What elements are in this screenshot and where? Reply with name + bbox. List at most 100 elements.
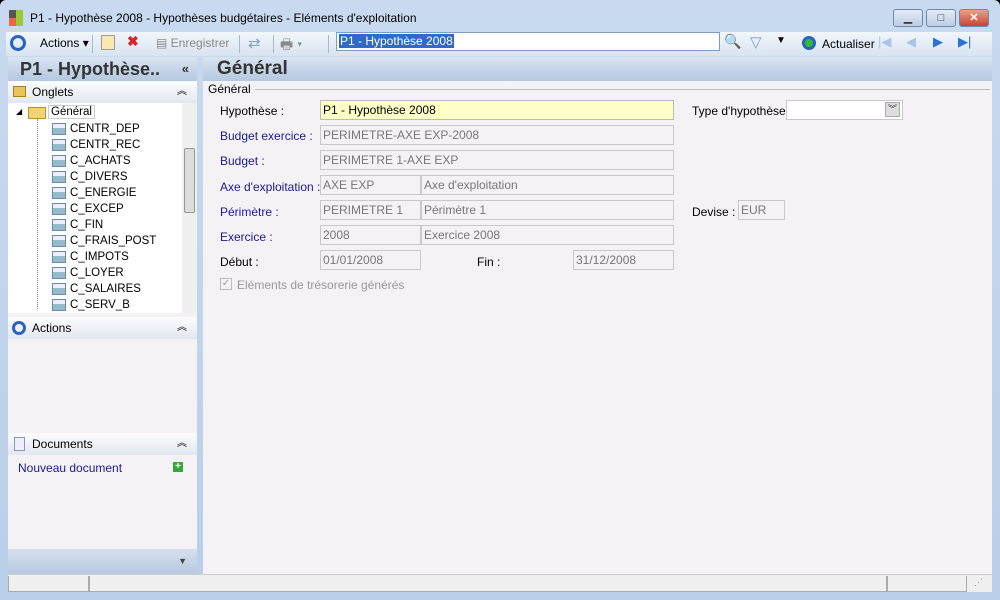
main-panel: Général Hypothèse : P1 - Hypothèse 2008 … [203,81,992,574]
hypothese-label: Hypothèse : [220,104,285,118]
next-record-icon[interactable]: ▶ [933,34,943,50]
documents-section: Documents ︽ Nouveau document + [8,433,197,475]
treso-checkbox[interactable]: ✓ [220,278,232,290]
budget-exercice-field: PERIMETRE-AXE EXP-2008 [320,125,674,145]
filter-icon[interactable]: ▽ [750,33,762,51]
budget-label[interactable]: Budget : [220,154,265,168]
table-icon [52,171,66,183]
debut-label: Début : [220,255,259,269]
scroll-thumb[interactable] [184,148,195,213]
print-icon[interactable]: 🖶 ▾ [280,34,302,58]
separator [239,35,240,53]
tree-item[interactable]: C_DIVERS [52,169,128,185]
left-header: P1 - Hypothèse.. « [8,57,197,81]
collapse-panel-button[interactable]: « [182,57,189,81]
debut-field: 01/01/2008 [320,250,421,270]
expand-icon[interactable]: ◢ [16,107,22,116]
search-input[interactable]: P1 - Hypothèse 2008 [336,32,720,51]
perimetre-label[interactable]: Périmètre : [220,205,279,219]
tree-item[interactable]: CENTR_DEP [52,121,140,137]
tree-item-label: C_FRAIS_POST [70,235,157,247]
documents-section-header[interactable]: Documents ︽ [8,433,197,455]
table-icon [52,251,66,263]
delete-icon[interactable]: ✖ [127,33,139,50]
tree-item-label: C_LOYER [70,267,124,279]
tree-item-general[interactable]: Général [48,105,95,119]
refresh-icon[interactable] [802,36,816,50]
tree-item-label: C_EXCEP [70,203,124,215]
tree-item[interactable]: CENTR_REC [52,137,141,153]
axe-label[interactable]: Axe d'exploitation : [220,180,320,194]
search-icon[interactable]: 🔍 [724,33,741,50]
status-cell [887,576,967,592]
tree-item[interactable]: C_SERV_B [52,297,130,313]
status-cell [8,576,89,592]
devise-field: EUR [738,200,785,220]
page-title: Général [203,57,992,81]
separator [92,35,93,53]
status-bar: ⋰ [8,574,992,592]
filter-dropdown-icon[interactable]: ▼ [776,35,786,46]
tree-line [37,119,38,309]
tree-item[interactable]: C_FRAIS_POST [52,233,157,249]
save-label: Enregistrer [170,36,230,50]
actions-section-header[interactable]: Actions ︽ [8,317,197,339]
collapse-icon[interactable]: ︽ [177,81,187,103]
new-icon[interactable] [101,35,115,50]
tree-item-label: C_SERV_B [70,299,130,311]
group-divider [255,89,990,90]
save-button[interactable]: ▤ Enregistrer [156,36,229,50]
tree-item[interactable]: C_FIN [52,217,103,233]
target-icon[interactable] [10,35,26,51]
treso-label: Eléments de trésorerie générés [237,278,405,292]
open-folder-icon [28,107,46,119]
perimetre-name-field: Périmètre 1 [421,200,674,220]
last-record-icon[interactable]: ▶| [958,34,971,50]
tree-item[interactable]: C_SALAIRES [52,281,141,297]
tree-item[interactable]: C_EXCEP [52,201,124,217]
tree-item[interactable]: C_IMPOTS [52,249,129,265]
tree-item[interactable]: C_LOYER [52,265,124,281]
tree-scrollbar[interactable] [182,103,197,313]
table-icon [52,139,66,151]
record-title: P1 - Hypothèse.. [20,59,161,79]
dropdown-icon[interactable]: ︾ [885,102,900,117]
onglets-section-header[interactable]: Onglets ︽ [8,81,197,103]
new-document-link[interactable]: Nouveau document [18,461,122,475]
first-record-icon[interactable]: |◀ [878,34,891,50]
tree-item[interactable]: C_ENERGIE [52,185,136,201]
minimize-button[interactable]: ▁ [893,9,923,27]
actions-menu[interactable]: Actions ▾ [40,36,89,50]
table-icon [52,203,66,215]
tree-item-label: CENTR_REC [70,139,141,151]
add-icon[interactable]: + [173,462,183,472]
type-select[interactable]: ︾ [786,100,903,120]
collapse-icon[interactable]: ︽ [177,433,187,455]
table-icon [52,219,66,231]
window: P1 - Hypothèse 2008 - Hypothèses budgéta… [0,0,1000,600]
sync-icon[interactable]: ⇄ [248,34,261,52]
table-icon [52,283,66,295]
maximize-button[interactable]: □ [926,9,956,27]
budget-exercice-label[interactable]: Budget exercice : [220,129,313,143]
table-icon [52,155,66,167]
collapse-icon[interactable]: ︽ [177,317,187,339]
exercice-label[interactable]: Exercice : [220,230,273,244]
tree-item-label: C_ACHATS [70,155,131,167]
tree-item-label: C_IMPOTS [70,251,129,263]
app-icon [9,10,23,26]
tree-item[interactable]: C_ACHATS [52,153,131,169]
resize-grip-icon[interactable]: ⋰ [974,577,983,593]
expand-panels-button[interactable]: ▼ [8,549,197,574]
type-label: Type d'hypothèse : [692,104,793,118]
refresh-button[interactable]: Actualiser [822,37,875,51]
close-button[interactable]: ✕ [959,9,989,27]
axe-code-field: AXE EXP [320,175,421,195]
previous-record-icon[interactable]: ◀ [906,34,916,50]
separator [273,35,274,53]
table-icon [52,235,66,247]
table-icon [52,299,66,311]
hypothese-field[interactable]: P1 - Hypothèse 2008 [320,100,674,120]
search-value: P1 - Hypothèse 2008 [339,34,454,48]
actions-section-label: Actions [32,321,72,335]
